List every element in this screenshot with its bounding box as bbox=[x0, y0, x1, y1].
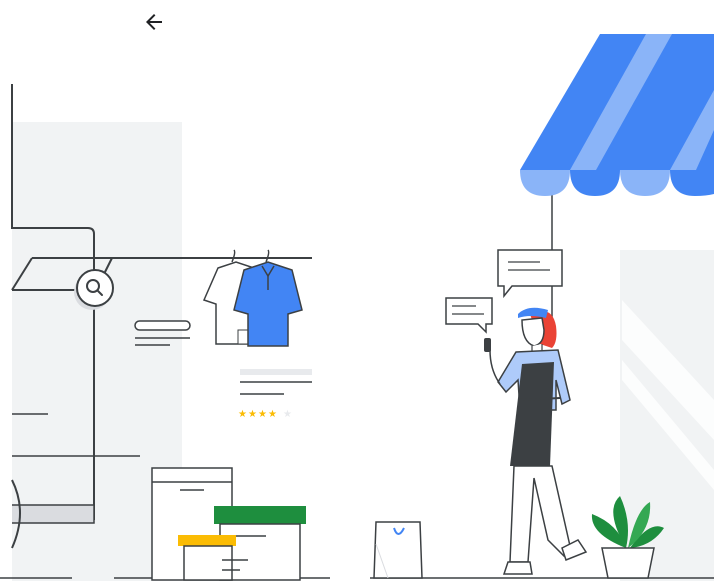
product-title-bar bbox=[240, 369, 312, 375]
face bbox=[521, 317, 545, 347]
product-rating: ★ ★ ★ ★ ★ bbox=[238, 409, 292, 420]
arm-raised bbox=[489, 349, 501, 385]
legs bbox=[509, 465, 571, 563]
rating-star-5: ★ bbox=[283, 409, 292, 420]
shoe-left bbox=[502, 561, 533, 575]
rating-star-3: ★ bbox=[258, 409, 267, 420]
awning-scallop-1 bbox=[520, 170, 570, 196]
plant-pot bbox=[601, 547, 655, 579]
rating-star-4: ★ bbox=[268, 409, 277, 420]
speech-bubble-small bbox=[445, 297, 493, 334]
yellow-lid bbox=[178, 535, 236, 546]
onboarding-screen: ★ ★ ★ ★ ★ bbox=[0, 0, 714, 581]
awning-scallop-2 bbox=[570, 170, 620, 196]
storefront-illustration: ★ ★ ★ ★ ★ bbox=[0, 34, 714, 581]
rating-star-2: ★ bbox=[248, 409, 257, 420]
awning-scallop-3 bbox=[620, 170, 670, 196]
rating-star-1: ★ bbox=[238, 409, 247, 420]
shopping-bag bbox=[373, 521, 423, 579]
yellow-box bbox=[183, 545, 233, 581]
awning-scallop-4 bbox=[670, 170, 714, 196]
phone bbox=[484, 338, 491, 352]
counter-shadow-bar bbox=[12, 505, 94, 523]
product-tag-pill bbox=[134, 320, 191, 331]
shopkeeper bbox=[484, 307, 588, 575]
green-lid bbox=[214, 506, 306, 524]
magnifier-circle bbox=[76, 269, 114, 307]
